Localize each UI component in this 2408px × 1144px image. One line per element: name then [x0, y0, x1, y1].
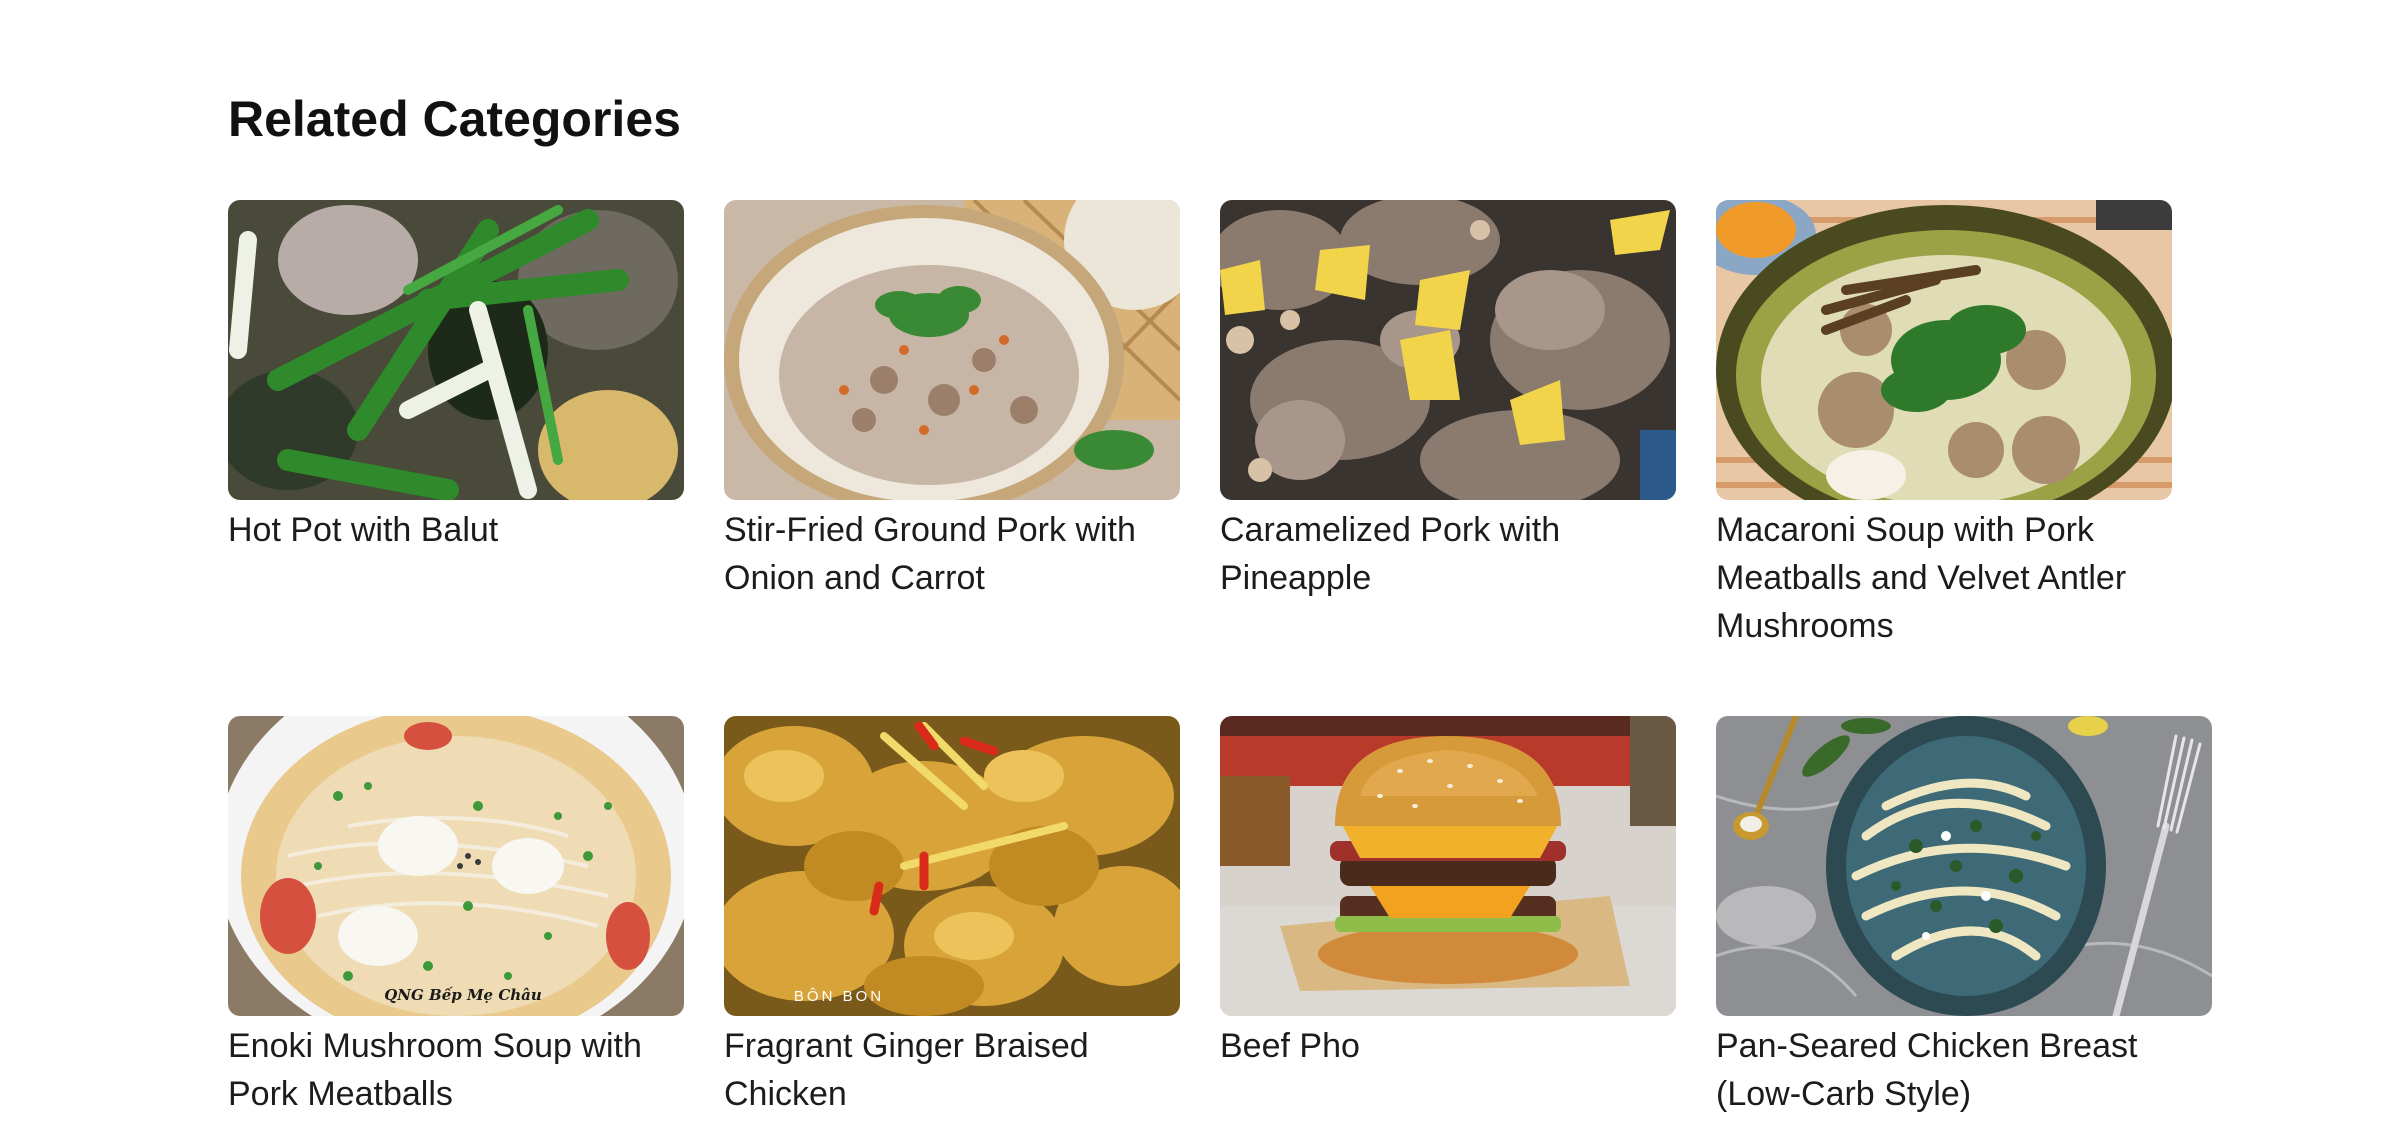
- watermark-text: BÔN BON: [794, 988, 884, 1005]
- category-title: Fragrant Ginger Braised Chicken: [724, 1027, 1089, 1113]
- category-card-stir-fried-pork[interactable]: Stir-Fried Ground Pork with Onion and Ca…: [724, 200, 1180, 602]
- macaroni-soup-photo: [1716, 200, 2172, 500]
- category-card-caramelized-pork[interactable]: Caramelized Pork with Pineapple: [1220, 200, 1676, 602]
- enoki-soup-photo: QNG Bếp Mẹ Châu: [228, 716, 684, 1016]
- category-card-hot-pot-balut[interactable]: Hot Pot with Balut: [228, 200, 684, 554]
- burger-photo: [1220, 716, 1676, 1016]
- caramelized-pork-photo: [1220, 200, 1676, 500]
- ginger-chicken-photo: BÔN BON: [724, 716, 1180, 1016]
- category-card-macaroni-soup[interactable]: Macaroni Soup with Pork Meatballs and Ve…: [1716, 200, 2172, 650]
- category-card-enoki-soup[interactable]: QNG Bếp Mẹ Châu Enoki Mushroom Soup with…: [228, 716, 684, 1118]
- category-title: Beef Pho: [1220, 1027, 1360, 1065]
- section-heading: Related Categories: [228, 91, 681, 147]
- hot-pot-balut-photo: [228, 200, 684, 500]
- category-title: Pan-Seared Chicken Breast (Low-Carb Styl…: [1716, 1027, 2138, 1113]
- pasta-plate-photo: [1716, 716, 2212, 1016]
- related-categories-section: Related Categories Hot Pot with Balut St…: [228, 88, 2228, 1113]
- category-title: Enoki Mushroom Soup with Pork Meatballs: [228, 1027, 642, 1113]
- category-card-pan-seared-chicken[interactable]: Pan-Seared Chicken Breast (Low-Carb Styl…: [1716, 716, 2212, 1118]
- category-title: Stir-Fried Ground Pork with Onion and Ca…: [724, 511, 1136, 597]
- stir-fried-pork-photo: [724, 200, 1180, 500]
- category-title: Macaroni Soup with Pork Meatballs and Ve…: [1716, 511, 2127, 645]
- watermark-text: QNG Bếp Mẹ Châu: [384, 986, 542, 1004]
- category-card-ginger-chicken[interactable]: BÔN BON Fragrant Ginger Braised Chicken: [724, 716, 1180, 1118]
- category-card-beef-pho[interactable]: Beef Pho: [1220, 716, 1676, 1070]
- category-title: Hot Pot with Balut: [228, 511, 499, 549]
- category-title: Caramelized Pork with Pineapple: [1220, 511, 1561, 597]
